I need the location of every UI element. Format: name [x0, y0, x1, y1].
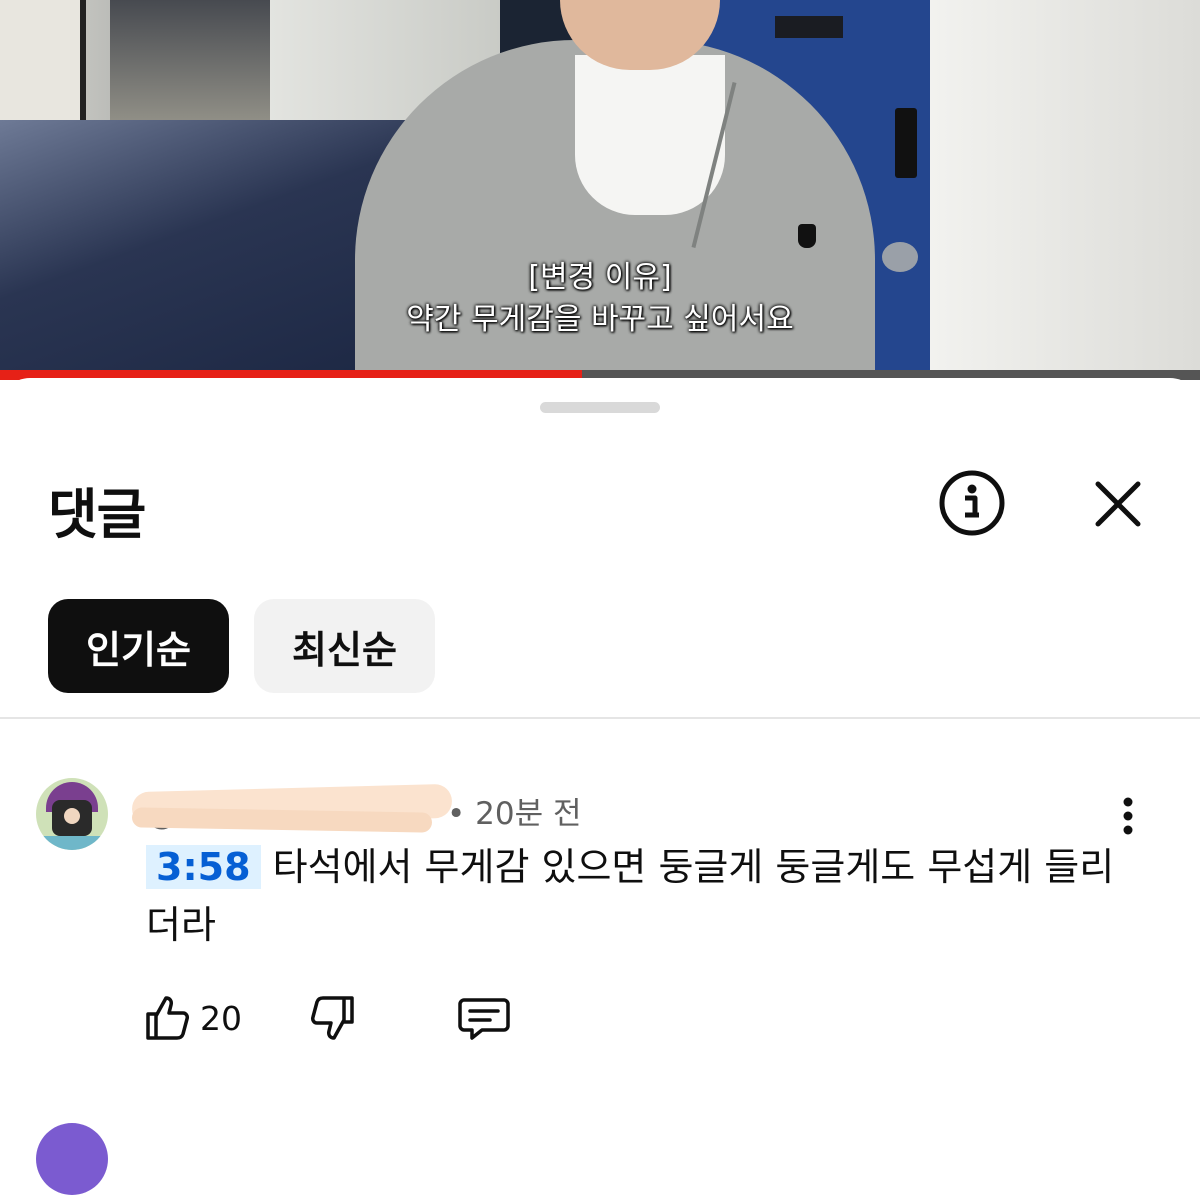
sheet-title: 댓글 — [48, 483, 146, 546]
info-button[interactable] — [938, 469, 1006, 537]
comment-item: @• 20분 전 3:58 타석에서 무게감 있으면 둥글게 둥글게도 무섭게 … — [0, 778, 1200, 1058]
video-frame-corridor — [110, 0, 270, 140]
video-player[interactable]: [변경 이유] 약간 무게감을 바꾸고 싶어서요 — [0, 0, 1200, 380]
comment-body: 타석에서 무게감 있으면 둥글게 둥글게도 무섭게 들리더라 — [146, 845, 1115, 947]
like-count: 20 — [200, 998, 242, 1038]
comment-timestamp-link[interactable]: 3:58 — [146, 845, 261, 889]
video-frame-door-lock — [895, 108, 917, 178]
sort-chip-top[interactable]: 인기순 — [48, 599, 229, 693]
comment-more-button[interactable] — [1110, 796, 1146, 836]
comments-sheet: 댓글 인기순 최신순 @• 20분 전 — [0, 378, 1200, 1195]
video-frame-door-sign — [775, 16, 843, 38]
video-frame-logo — [798, 224, 816, 248]
like-icon — [146, 996, 189, 1040]
close-button[interactable] — [1088, 474, 1148, 534]
video-subtitle-line2: 약간 무게감을 바꾸고 싶어서요 — [406, 302, 794, 337]
drag-handle[interactable] — [540, 402, 660, 413]
more-vert-icon — [1123, 797, 1133, 835]
comment-text: 3:58 타석에서 무게감 있으면 둥글게 둥글게도 무섭게 들리더라 — [146, 838, 1136, 954]
reply-button[interactable] — [456, 990, 512, 1046]
dislike-icon — [311, 996, 354, 1040]
like-button[interactable]: 20 — [140, 990, 242, 1046]
comment-item-partial — [0, 1123, 1200, 1195]
video-subtitle-line1: [변경 이유] — [528, 260, 672, 295]
avatar-shirt — [36, 836, 108, 850]
avatar[interactable] — [36, 778, 108, 850]
reply-icon — [458, 998, 510, 1040]
dislike-button[interactable] — [308, 990, 360, 1046]
video-frame-shirt — [575, 55, 725, 215]
info-icon — [939, 470, 1005, 536]
comment-time: • 20분 전 — [447, 796, 582, 832]
close-icon — [1095, 481, 1141, 527]
avatar[interactable] — [36, 1123, 108, 1195]
sort-chip-newest[interactable]: 최신순 — [254, 599, 435, 693]
avatar-face — [64, 808, 80, 824]
divider — [0, 717, 1200, 719]
